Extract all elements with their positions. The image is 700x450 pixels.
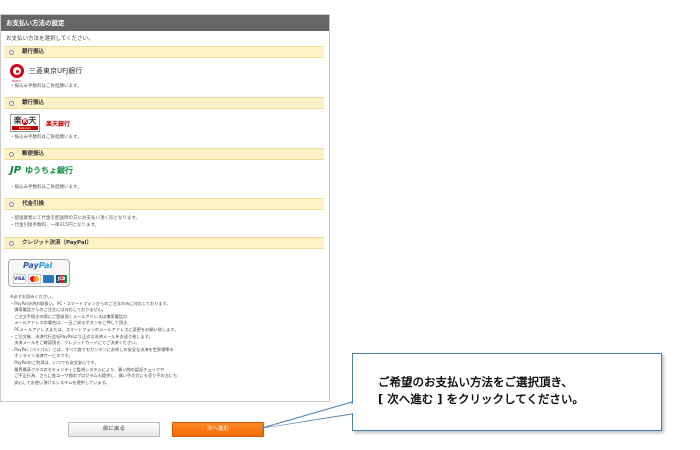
callout-line-1: ご希望のお支払い方法をご選択頂き、 bbox=[378, 375, 573, 389]
rakuten-top-right: 天 bbox=[28, 116, 37, 125]
card-brands: VISA JCB bbox=[13, 274, 67, 284]
paypal-note-line: 安心してお使い頂けるシステムを提供しています。 bbox=[10, 379, 110, 385]
yucho-logo-text: ゆうちょ銀行 bbox=[25, 166, 74, 175]
amex-card-icon bbox=[43, 275, 54, 283]
paypal-note-line: 携帯電話からのご注文には対応しておりません。 bbox=[10, 307, 106, 313]
paypal-note-line: ※必ずお読みください。 bbox=[10, 294, 56, 299]
option-note: ・代金引換手数料、一律315円となります。 bbox=[10, 223, 100, 228]
option-bank-transfer-mufg[interactable]: 銀行振込 bbox=[4, 46, 324, 58]
option-note: ・振込み手数料はご負担願います。 bbox=[10, 185, 82, 190]
radio-button[interactable] bbox=[9, 241, 14, 246]
panel-title: お支払い方法の設定 bbox=[1, 15, 329, 31]
option-label: クレジット決済（PayPal） bbox=[22, 240, 92, 246]
back-button[interactable]: 前に戻る bbox=[68, 422, 160, 437]
paypal-logo: PayPal VISA JCB bbox=[8, 259, 70, 287]
option-label: 郵便振込 bbox=[22, 151, 45, 157]
paypal-note-line: PayPalのご利用は、いつでも安全安心です。 bbox=[10, 359, 99, 365]
jp-post-mark-icon: JP bbox=[10, 165, 22, 176]
rakuten-logo-text: 楽天銀行 bbox=[46, 120, 71, 128]
paypal-word-pal: Pal bbox=[38, 261, 53, 270]
option-label: 銀行振込 bbox=[22, 49, 45, 55]
paypal-note-line: オンライン決済サービスです。 bbox=[10, 353, 73, 359]
mufg-logo: 三菱東京UFJ銀行 bbox=[10, 64, 82, 78]
next-button[interactable]: 次へ進む bbox=[172, 422, 264, 437]
option-bank-transfer-rakuten[interactable]: 銀行振込 bbox=[4, 97, 324, 109]
rakuten-logo: 楽R天 Rakuten 楽天銀行 bbox=[10, 114, 70, 132]
radio-button[interactable] bbox=[9, 202, 14, 207]
callout-text: ご希望のお支払い方法をご選択頂き、 [ 次へ進む ] をクリックしてください。 bbox=[378, 374, 584, 408]
paypal-note-line: メールアドレスの場合は、一旦ご戻るボタンをご押して頂き、 bbox=[10, 320, 132, 326]
mastercard-icon bbox=[28, 274, 41, 284]
option-paypal[interactable]: クレジット決済（PayPal） bbox=[4, 237, 324, 249]
radio-button[interactable] bbox=[9, 50, 14, 55]
option-label: 銀行振込 bbox=[22, 100, 45, 106]
callout-line-2: [ 次へ進む ] をクリックしてください。 bbox=[378, 392, 584, 406]
radio-button[interactable] bbox=[9, 101, 14, 106]
mufg-mark-icon bbox=[10, 64, 24, 78]
rakuten-bottom-band: Rakuten bbox=[12, 126, 38, 130]
option-postal-transfer[interactable]: 郵便振込 bbox=[4, 148, 324, 160]
paypal-note-line: PCメールアドレスまたは、スマートフォンのメールアドレスに変更をお願い致します。 bbox=[10, 326, 179, 332]
rakuten-top-left: 楽 bbox=[13, 116, 22, 125]
mufg-logo-text: 三菱東京UFJ銀行 bbox=[29, 67, 83, 75]
paypal-wordmark: PayPal bbox=[23, 261, 52, 270]
option-note: ・振込み手数料はご負担願います。 bbox=[10, 84, 82, 89]
option-label: 代金引換 bbox=[22, 201, 45, 207]
instruction-callout: ご希望のお支払い方法をご選択頂き、 [ 次へ進む ] をクリックしてください。 bbox=[352, 353, 662, 431]
yucho-logo: JP ゆうちょ銀行 bbox=[10, 165, 73, 176]
option-note: ・振込み手数料はご負担願います。 bbox=[10, 135, 82, 140]
panel-intro-text: お支払い方法を選択してください。 bbox=[6, 36, 94, 42]
visa-card-icon: VISA bbox=[13, 274, 26, 284]
paypal-note-line: ご不正行為、さらに各ユーザ間のプログラムも提供し、買い手の方にも売り手の方にも bbox=[10, 373, 178, 379]
jcb-card-icon: JCB bbox=[56, 275, 67, 283]
paypal-notes: ※必ずお読みください。 ・PayPal決済お取扱い、PC・スマートフォンからのご… bbox=[10, 294, 310, 386]
option-cash-on-delivery[interactable]: 代金引換 bbox=[4, 198, 324, 210]
paypal-note-line: 決済メールをご確認頂き、クレジットカードにてご決済ください。 bbox=[10, 340, 140, 346]
option-note: ・配送業者にて代金を配送時の方にお支払い頂く形となります。 bbox=[10, 216, 140, 221]
rakuten-mark-icon: 楽R天 Rakuten bbox=[10, 114, 40, 132]
radio-button[interactable] bbox=[9, 152, 14, 157]
paypal-word-pay: Pay bbox=[23, 261, 39, 270]
